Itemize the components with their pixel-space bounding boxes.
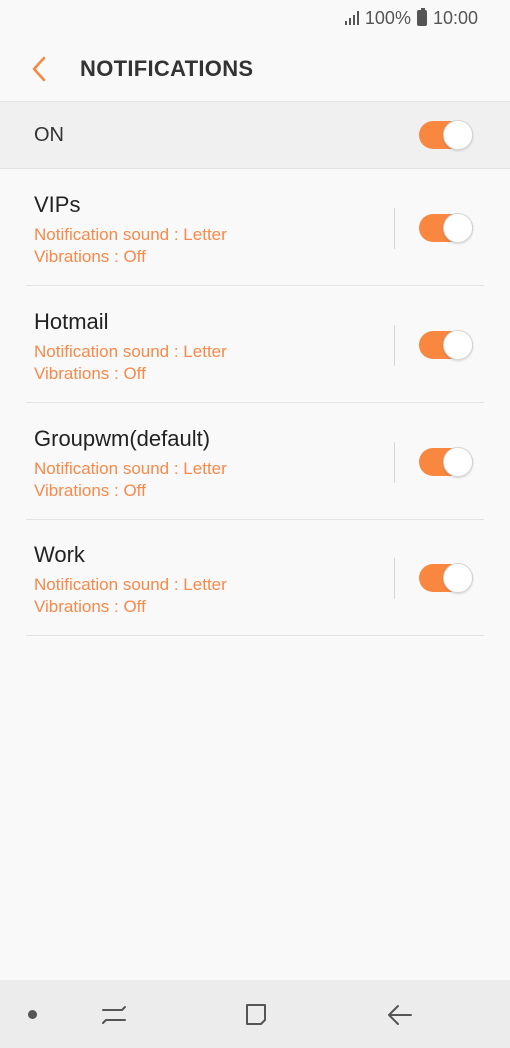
status-bar: 100% 10:00 xyxy=(0,0,510,36)
account-toggle-switch[interactable] xyxy=(419,447,473,477)
recent-apps-icon[interactable] xyxy=(100,1002,128,1028)
navigation-bar xyxy=(0,980,510,1048)
signal-icon xyxy=(344,11,359,25)
divider xyxy=(26,285,484,286)
account-row-vips[interactable]: VIPs Notification sound : Letter Vibrati… xyxy=(0,170,510,286)
account-name: VIPs xyxy=(34,192,81,217)
vibrations-text: Vibrations : Off xyxy=(34,597,146,616)
vibrations-text: Vibrations : Off xyxy=(34,247,146,266)
master-toggle-label: ON xyxy=(34,124,64,146)
master-toggle-switch[interactable] xyxy=(419,120,473,150)
account-row-groupwm[interactable]: Groupwm(default) Notification sound : Le… xyxy=(0,404,510,520)
page-title: NOTIFICATIONS xyxy=(80,56,254,81)
notification-sound-text: Notification sound : Letter xyxy=(34,459,227,478)
account-row-work[interactable]: Work Notification sound : Letter Vibrati… xyxy=(0,520,510,636)
account-toggle-switch[interactable] xyxy=(419,563,473,593)
account-name: Groupwm(default) xyxy=(34,426,211,451)
back-icon[interactable] xyxy=(386,1002,414,1028)
battery-icon xyxy=(416,8,427,26)
vibrations-text: Vibrations : Off xyxy=(34,364,146,383)
home-icon[interactable] xyxy=(245,1002,269,1028)
divider xyxy=(26,635,484,636)
clock: 10:00 xyxy=(432,7,478,28)
divider xyxy=(26,402,484,403)
master-toggle-row[interactable]: ON xyxy=(0,101,510,169)
divider xyxy=(394,442,395,483)
header: NOTIFICATIONS xyxy=(0,36,510,102)
account-row-hotmail[interactable]: Hotmail Notification sound : Letter Vibr… xyxy=(0,287,510,403)
divider xyxy=(394,558,395,599)
divider xyxy=(394,208,395,249)
back-arrow-icon[interactable] xyxy=(28,55,52,83)
vibrations-text: Vibrations : Off xyxy=(34,481,146,500)
notification-sound-text: Notification sound : Letter xyxy=(34,575,227,594)
battery-percent: 100% xyxy=(364,7,411,28)
notification-sound-text: Notification sound : Letter xyxy=(34,225,227,244)
divider xyxy=(394,325,395,366)
account-toggle-switch[interactable] xyxy=(419,330,473,360)
account-toggle-switch[interactable] xyxy=(419,213,473,243)
notification-sound-text: Notification sound : Letter xyxy=(34,342,227,361)
account-name: Work xyxy=(34,542,85,567)
account-name: Hotmail xyxy=(34,309,109,334)
dot-icon[interactable] xyxy=(28,1010,37,1019)
